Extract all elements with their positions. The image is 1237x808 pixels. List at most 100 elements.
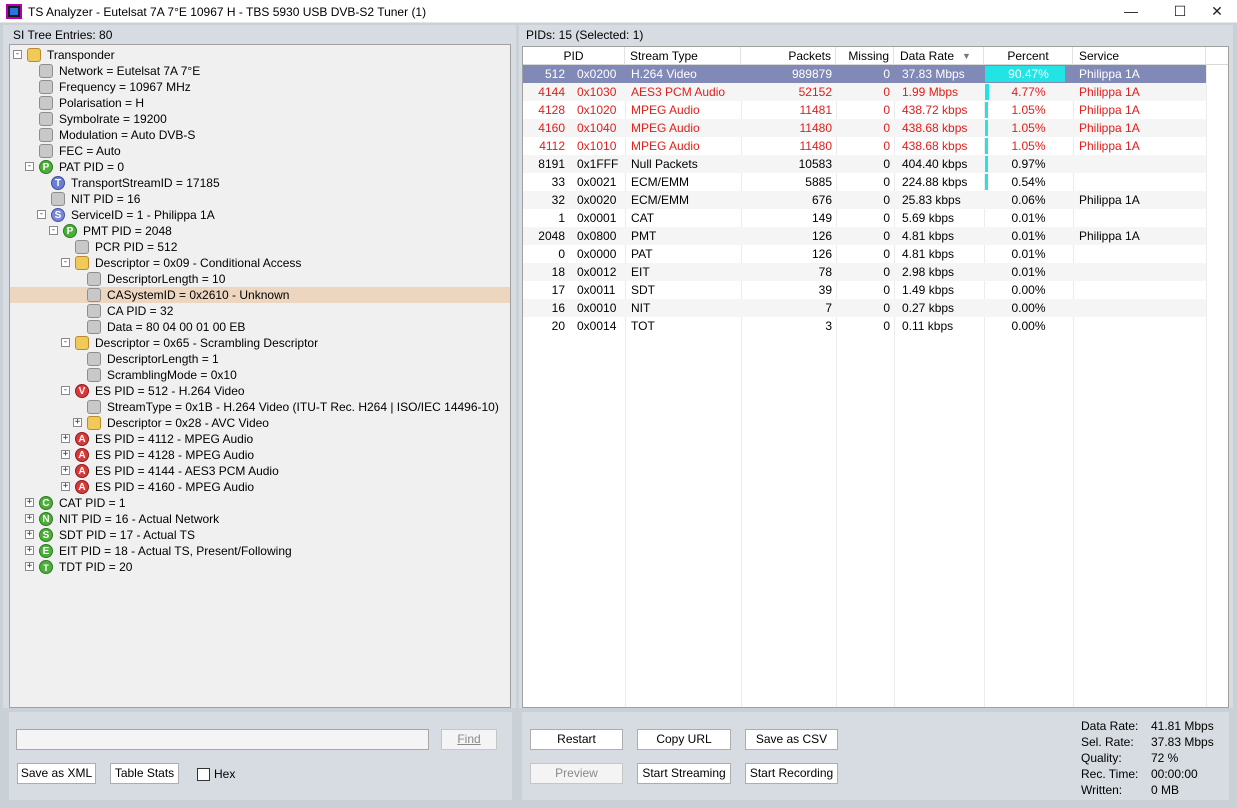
preview-button[interactable]: Preview (530, 763, 623, 784)
cell-percent: 0.54% (1011, 175, 1046, 189)
collapse-icon[interactable]: - (37, 210, 46, 219)
hex-checkbox[interactable] (197, 768, 210, 781)
tree-node[interactable]: Modulation = Auto DVB-S (10, 127, 510, 143)
expand-icon[interactable]: + (25, 498, 34, 507)
tree-node[interactable]: - Transponder (10, 47, 510, 63)
minimize-icon[interactable]: — (1114, 0, 1148, 23)
leaf-node-icon (87, 368, 101, 382)
tree-node[interactable]: + A ES PID = 4160 - MPEG Audio (10, 479, 510, 495)
table-row[interactable]: 20 0x0014 TOT 3 0 0.11 kbps 0.00% (523, 317, 1206, 335)
table-row[interactable]: 1 0x0001 CAT 149 0 5.69 kbps 0.01% (523, 209, 1206, 227)
cell-stream-type: SDT (631, 283, 655, 297)
table-row[interactable]: 0 0x0000 PAT 126 0 4.81 kbps 0.01% (523, 245, 1206, 263)
tree-node[interactable]: FEC = Auto (10, 143, 510, 159)
cell-missing: 0 (883, 121, 890, 135)
column-header-data-rate[interactable]: Data Rate ▼ (894, 47, 984, 65)
tree-node[interactable]: + T TDT PID = 20 (10, 559, 510, 575)
column-header-stream-type[interactable]: Stream Type (625, 47, 741, 65)
tree-node[interactable]: CA PID = 32 (10, 303, 510, 319)
table-stats-button[interactable]: Table Stats (110, 763, 179, 784)
tree-node[interactable]: + Descriptor = 0x28 - AVC Video (10, 415, 510, 431)
tree-node[interactable]: StreamType = 0x1B - H.264 Video (ITU-T R… (10, 399, 510, 415)
expand-icon[interactable]: + (73, 418, 82, 427)
table-row[interactable]: 4112 0x1010 MPEG Audio 11480 0 438.68 kbps 1.0… (523, 137, 1206, 155)
tree-node[interactable]: + A ES PID = 4112 - MPEG Audio (10, 431, 510, 447)
collapse-icon[interactable]: - (61, 258, 70, 267)
cell-packets: 52152 (798, 85, 832, 99)
collapse-icon[interactable]: - (49, 226, 58, 235)
column-header-missing[interactable]: Missing (836, 47, 894, 65)
column-header-percent[interactable]: Percent (984, 47, 1073, 65)
table-row[interactable]: 16 0x0010 NIT 7 0 0.27 kbps 0.00% (523, 299, 1206, 317)
badge-t-icon: T (51, 176, 65, 190)
stat-label: Written: (1081, 783, 1123, 797)
save-as-csv-button[interactable]: Save as CSV (745, 729, 838, 750)
expand-icon[interactable]: + (25, 530, 34, 539)
expand-icon[interactable]: + (61, 450, 70, 459)
tree-node[interactable]: + E EIT PID = 18 - Actual TS, Present/Foll… (10, 543, 510, 559)
expand-icon[interactable]: + (61, 466, 70, 475)
table-row[interactable]: 4144 0x1030 AES3 PCM Audio 52152 0 1.99 Mbps 4… (523, 83, 1206, 101)
table-row[interactable]: 512 0x0200 H.264 Video 989879 0 37.83 Mbps 90.… (523, 65, 1206, 83)
tree-node[interactable]: ScramblingMode = 0x10 (10, 367, 510, 383)
expand-icon[interactable]: + (61, 434, 70, 443)
pid-table[interactable]: PID Stream Type Packets Missing Data Rat… (522, 46, 1229, 708)
expand-icon[interactable]: + (25, 562, 34, 571)
table-row[interactable]: 17 0x0011 SDT 39 0 1.49 kbps 0.00% (523, 281, 1206, 299)
tree-node[interactable]: CASystemID = 0x2610 - Unknown (10, 287, 510, 303)
save-as-xml-button[interactable]: Save as XML (17, 763, 96, 784)
badge-n-icon: N (39, 512, 53, 526)
si-tree[interactable]: - Transponder Network = Eutelsat 7A 7°E Fre… (9, 44, 511, 708)
tree-node[interactable]: + N NIT PID = 16 - Actual Network (10, 511, 510, 527)
table-row[interactable]: 4160 0x1040 MPEG Audio 11480 0 438.68 kbps 1.0… (523, 119, 1206, 137)
find-button[interactable]: Find (441, 729, 497, 750)
tree-node[interactable]: + A ES PID = 4144 - AES3 PCM Audio (10, 463, 510, 479)
start-streaming-button[interactable]: Start Streaming (637, 763, 731, 784)
expand-icon[interactable]: + (61, 482, 70, 491)
tree-node[interactable]: - P PMT PID = 2048 (10, 223, 510, 239)
expand-icon[interactable]: + (25, 546, 34, 555)
column-header-service[interactable]: Service (1073, 47, 1206, 65)
table-row[interactable]: 4128 0x1020 MPEG Audio 11481 0 438.72 kbps 1.0… (523, 101, 1206, 119)
tree-node[interactable]: Network = Eutelsat 7A 7°E (10, 63, 510, 79)
tree-node[interactable]: PCR PID = 512 (10, 239, 510, 255)
start-recording-button[interactable]: Start Recording (745, 763, 838, 784)
tree-node[interactable]: - S ServiceID = 1 - Philippa 1A (10, 207, 510, 223)
tree-node[interactable]: - Descriptor = 0x09 - Conditional Access (10, 255, 510, 271)
tree-node[interactable]: NIT PID = 16 (10, 191, 510, 207)
tree-node[interactable]: DescriptorLength = 10 (10, 271, 510, 287)
tree-node[interactable]: - Descriptor = 0x65 - Scrambling Descript… (10, 335, 510, 351)
tree-node[interactable]: + S SDT PID = 17 - Actual TS (10, 527, 510, 543)
table-row[interactable]: 18 0x0012 EIT 78 0 2.98 kbps 0.01% (523, 263, 1206, 281)
tree-node[interactable]: - V ES PID = 512 - H.264 Video (10, 383, 510, 399)
cell-pid: 17 (551, 283, 565, 297)
table-row[interactable]: 33 0x0021 ECM/EMM 5885 0 224.88 kbps 0.54% (523, 173, 1206, 191)
tree-node-label: ES PID = 4128 - MPEG Audio (95, 448, 255, 462)
restart-button[interactable]: Restart (530, 729, 623, 750)
column-header-packets[interactable]: Packets (741, 47, 836, 65)
collapse-icon[interactable]: - (25, 162, 34, 171)
collapse-icon[interactable]: - (61, 338, 70, 347)
tree-node-label: PMT PID = 2048 (83, 224, 172, 238)
tree-node[interactable]: Data = 80 04 00 01 00 EB (10, 319, 510, 335)
expand-icon[interactable]: + (25, 514, 34, 523)
column-header-pid[interactable]: PID (523, 47, 625, 65)
tree-node[interactable]: T TransportStreamID = 17185 (10, 175, 510, 191)
table-row[interactable]: 8191 0x1FFF Null Packets 10583 0 404.40 kbps 0… (523, 155, 1206, 173)
tree-node[interactable]: DescriptorLength = 1 (10, 351, 510, 367)
table-row[interactable]: 2048 0x0800 PMT 126 0 4.81 kbps 0.01% Philippa … (523, 227, 1206, 245)
close-icon[interactable]: ✕ (1200, 0, 1234, 23)
tree-node[interactable]: - P PAT PID = 0 (10, 159, 510, 175)
copy-url-button[interactable]: Copy URL (637, 729, 731, 750)
tree-node[interactable]: + C CAT PID = 1 (10, 495, 510, 511)
tree-node[interactable]: Frequency = 10967 MHz (10, 79, 510, 95)
tree-node[interactable]: + A ES PID = 4128 - MPEG Audio (10, 447, 510, 463)
tree-node[interactable]: Polarisation = H (10, 95, 510, 111)
stat-value: 72 % (1151, 751, 1179, 765)
search-input[interactable] (16, 729, 429, 750)
collapse-icon[interactable]: - (13, 50, 22, 59)
collapse-icon[interactable]: - (61, 386, 70, 395)
table-row[interactable]: 32 0x0020 ECM/EMM 676 0 25.83 kbps 0.06% Philip… (523, 191, 1206, 209)
tree-node[interactable]: Symbolrate = 19200 (10, 111, 510, 127)
maximize-icon[interactable]: ☐ (1163, 0, 1197, 23)
